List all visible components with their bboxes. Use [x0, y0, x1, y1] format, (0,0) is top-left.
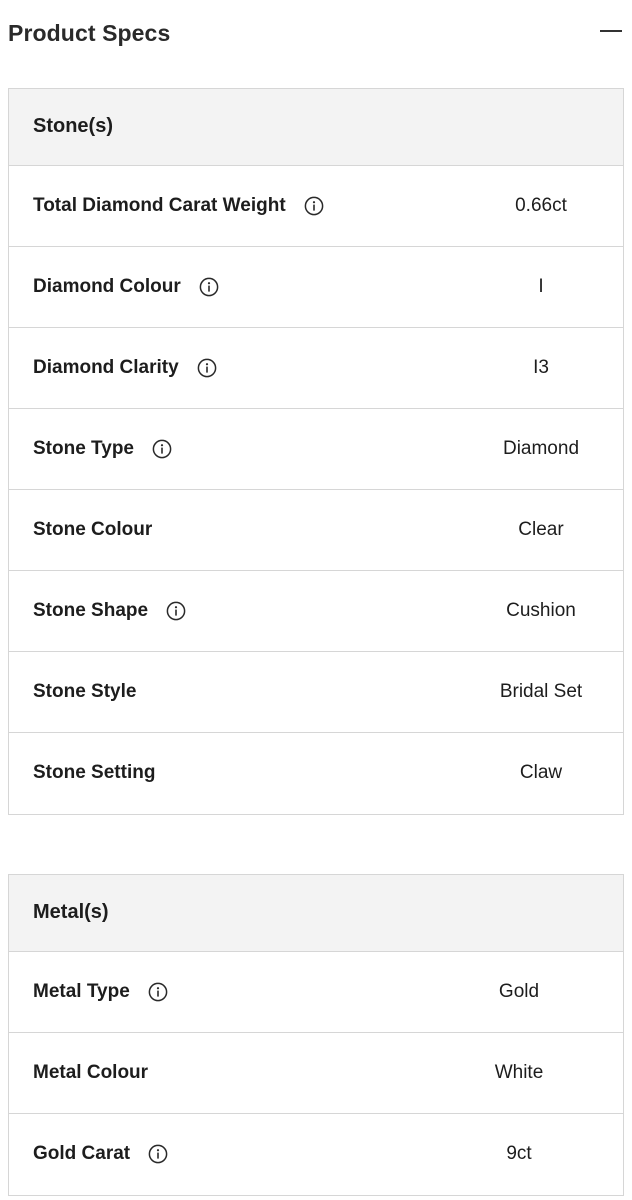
product-specs-header: Product Specs	[0, 0, 632, 70]
spec-label-cell: Stone Style	[33, 652, 136, 732]
spec-row: Gold Carat 9ct	[9, 1114, 623, 1195]
spec-row: Diamond Clarity I3	[9, 328, 623, 409]
spec-row: Stone Colour Clear	[9, 490, 623, 571]
spec-label: Stone Type	[33, 438, 134, 459]
spec-label: Diamond Clarity	[33, 357, 179, 378]
spec-value: Bridal Set	[499, 681, 583, 702]
spec-label: Stone Style	[33, 681, 137, 702]
spec-label-cell: Stone Type	[33, 409, 172, 489]
metals-table-header: Metal(s)	[9, 875, 623, 952]
spec-label: Gold Carat	[33, 1143, 131, 1164]
info-icon[interactable]	[199, 277, 219, 297]
minus-icon	[600, 30, 622, 32]
metals-spec-table: Metal(s) Metal Type Gold Metal Colour White…	[8, 874, 624, 1196]
stones-heading: Stone(s)	[33, 115, 113, 137]
spec-label-cell: Diamond Clarity	[33, 328, 217, 408]
spec-row: Diamond Colour I	[9, 247, 623, 328]
spec-row: Stone Setting Claw	[9, 733, 623, 814]
spec-value: Cushion	[506, 600, 576, 621]
spec-value: Claw	[519, 762, 563, 783]
page-title: Product Specs	[8, 20, 171, 46]
spec-label-cell: Stone Setting	[33, 733, 155, 813]
spec-row: Total Diamond Carat Weight 0.66ct	[9, 166, 623, 247]
spec-label-cell: Gold Carat	[33, 1114, 168, 1194]
spec-value: 0.66ct	[515, 195, 567, 216]
spec-label-cell: Metal Type	[33, 952, 168, 1032]
spec-row: Metal Colour White	[9, 1033, 623, 1114]
spec-value: Diamond	[502, 438, 580, 459]
spec-label-cell: Metal Colour	[33, 1033, 148, 1113]
spec-value: White	[494, 1062, 544, 1083]
spec-value: I3	[533, 357, 549, 378]
spec-row: Stone Type Diamond	[9, 409, 623, 490]
spec-label: Metal Colour	[33, 1062, 149, 1083]
spec-row: Stone Style Bridal Set	[9, 652, 623, 733]
info-icon[interactable]	[148, 982, 168, 1002]
spec-label: Diamond Colour	[33, 276, 181, 297]
stones-rows: Total Diamond Carat Weight 0.66ct Diamond …	[9, 166, 623, 814]
spec-label-cell: Total Diamond Carat Weight	[33, 166, 324, 246]
spec-label: Stone Setting	[33, 762, 156, 783]
info-icon[interactable]	[152, 439, 172, 459]
stones-spec-table: Stone(s) Total Diamond Carat Weight 0.66c…	[8, 88, 624, 815]
spec-label-cell: Diamond Colour	[33, 247, 219, 327]
spec-value: Clear	[518, 519, 564, 540]
metals-rows: Metal Type Gold Metal Colour White Gold Cara…	[9, 952, 623, 1195]
spec-label: Stone Shape	[33, 600, 149, 621]
spec-row: Metal Type Gold	[9, 952, 623, 1033]
spec-label-cell: Stone Colour	[33, 490, 152, 570]
spec-value: Gold	[498, 981, 540, 1002]
spec-label-cell: Stone Shape	[33, 571, 186, 651]
info-icon[interactable]	[197, 358, 217, 378]
spec-label: Total Diamond Carat Weight	[33, 195, 286, 216]
spec-label: Metal Type	[33, 981, 130, 1002]
spec-label: Stone Colour	[33, 519, 153, 540]
info-icon[interactable]	[166, 601, 186, 621]
spec-row: Stone Shape Cushion	[9, 571, 623, 652]
info-icon[interactable]	[148, 1144, 168, 1164]
metals-heading: Metal(s)	[33, 901, 109, 923]
spec-value: 9ct	[506, 1143, 532, 1164]
stones-table-header: Stone(s)	[9, 89, 623, 166]
collapse-button[interactable]	[596, 18, 624, 46]
spec-value: I	[538, 276, 544, 297]
info-icon[interactable]	[304, 196, 324, 216]
